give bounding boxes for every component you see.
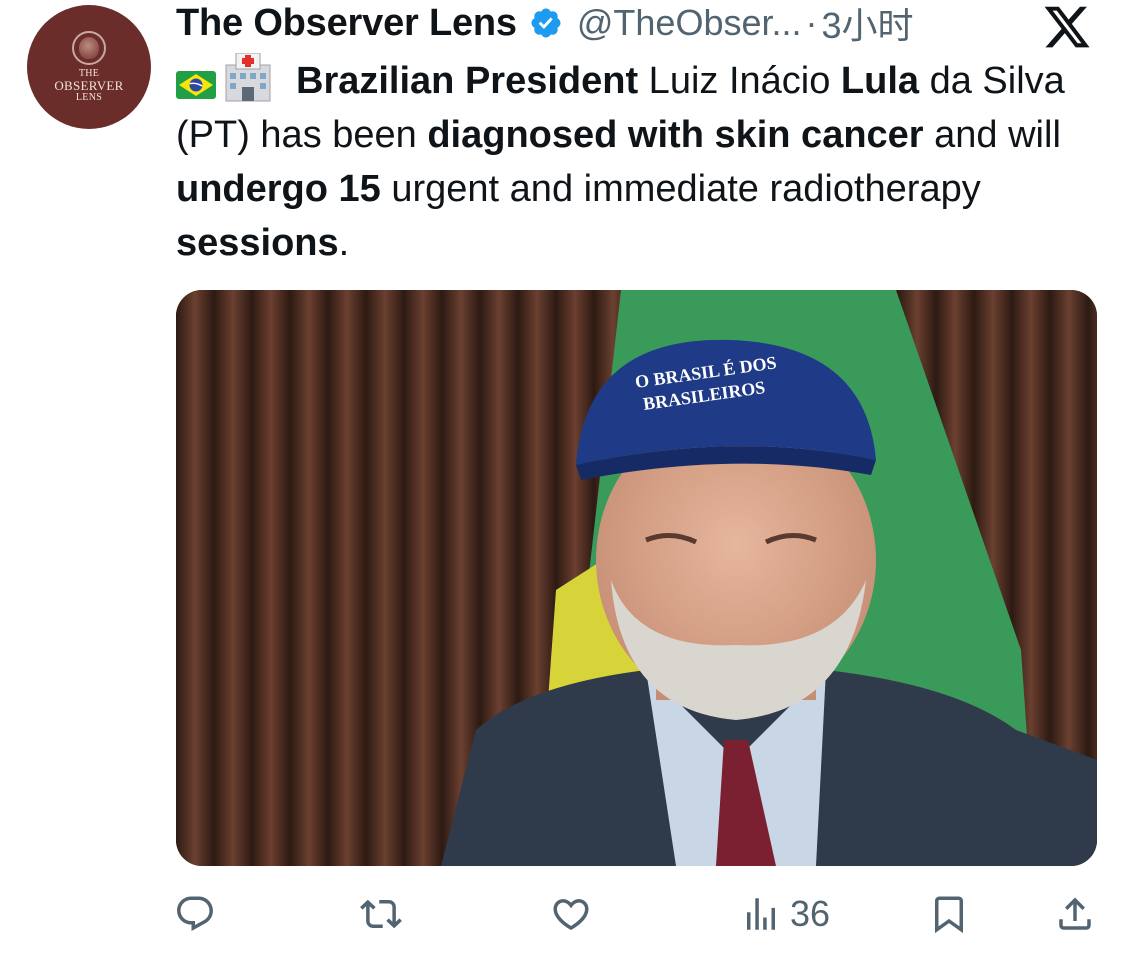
- display-name[interactable]: The Observer Lens: [176, 2, 517, 45]
- views-button[interactable]: 36: [740, 893, 830, 935]
- separator-dot: ·: [805, 2, 818, 43]
- crest-icon: [72, 31, 106, 65]
- retweet-button[interactable]: [360, 893, 410, 935]
- tweet-card: THE OBSERVER LENS The Observer Lens @The…: [0, 0, 1125, 971]
- text-segment: urgent and immediate radiotherapy: [380, 168, 981, 210]
- verified-badge-icon: [531, 8, 561, 38]
- text-segment: sessions: [176, 222, 339, 264]
- bookmark-button[interactable]: [928, 893, 978, 935]
- avatar[interactable]: THE OBSERVER LENS: [27, 5, 151, 129]
- share-button[interactable]: [1054, 893, 1104, 935]
- text-segment: .: [338, 222, 350, 264]
- timestamp[interactable]: 3小时: [822, 0, 914, 49]
- views-count: 36: [790, 893, 831, 934]
- share-icon: [1059, 897, 1091, 930]
- tweet-photo[interactable]: O BRASIL É DOS BRASILEIROS: [176, 290, 1097, 866]
- reply-icon: [177, 896, 213, 931]
- retweet-icon: [360, 899, 402, 929]
- text-segment: Luiz Inácio: [638, 60, 841, 102]
- text-segment: diagnosed with skin cancer: [427, 114, 924, 156]
- text-segment: undergo 15: [176, 168, 381, 210]
- avatar-logo-line-2: OBSERVER: [54, 78, 124, 93]
- avatar-logo-line-3: LENS: [75, 92, 103, 103]
- bookmark-icon: [935, 896, 963, 934]
- text-segment: Brazilian President: [296, 60, 639, 102]
- views-icon: [747, 898, 775, 930]
- tweet-header: The Observer Lens @TheObser... · 3小时: [176, 0, 914, 49]
- handle[interactable]: @TheObser...: [577, 2, 802, 44]
- reply-button[interactable]: [174, 893, 224, 935]
- heart-icon: [553, 899, 589, 931]
- text-segment: Lula: [840, 60, 920, 102]
- like-button[interactable]: [550, 893, 600, 935]
- x-logo-icon[interactable]: [1040, 2, 1094, 52]
- brazil-flag-emoji: [176, 71, 216, 99]
- tweet-text: Brazilian President Luiz Inácio Lula da …: [176, 53, 1076, 270]
- text-segment: and will: [923, 114, 1061, 156]
- hospital-emoji: [225, 53, 271, 102]
